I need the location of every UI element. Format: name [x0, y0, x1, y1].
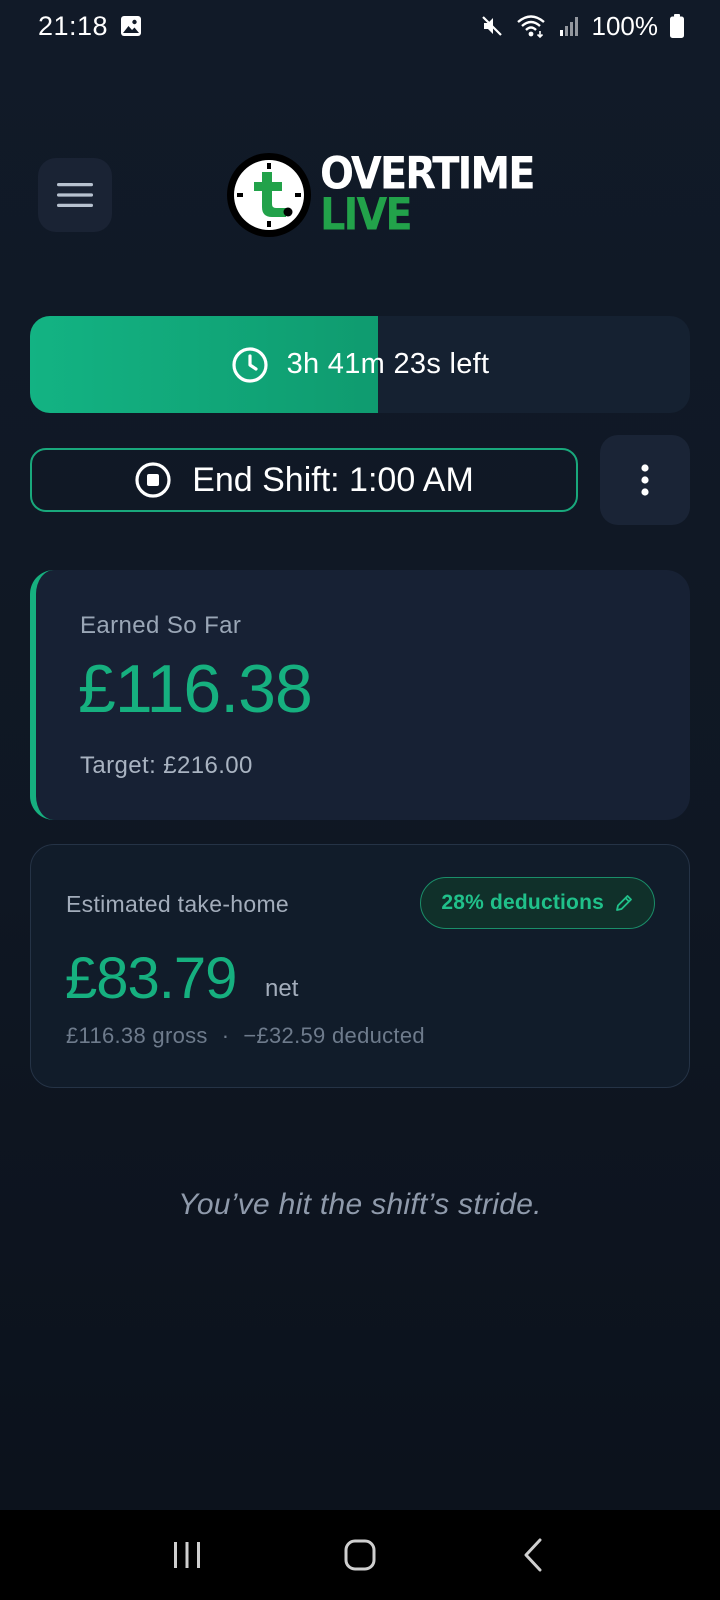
- menu-button[interactable]: [38, 158, 112, 232]
- end-shift-label: End Shift: 1:00 AM: [192, 460, 474, 499]
- more-vertical-icon: [640, 464, 650, 496]
- back-icon: [522, 1538, 544, 1572]
- gross-text: £116.38 gross: [66, 1023, 208, 1048]
- takehome-label: Estimated take-home: [66, 891, 290, 917]
- breakdown-row: £116.38 gross · −£32.59 deducted: [66, 1023, 425, 1049]
- status-time: 21:18: [38, 10, 109, 41]
- status-left: 21:18: [38, 11, 142, 42]
- recent-apps-button[interactable]: [147, 1515, 227, 1595]
- status-bar: 21:18 100%: [0, 0, 720, 52]
- back-button[interactable]: [493, 1515, 573, 1595]
- more-options-button[interactable]: [600, 435, 690, 525]
- pencil-icon: [614, 893, 634, 913]
- hamburger-menu-icon: [57, 182, 93, 208]
- stop-icon: [134, 461, 172, 499]
- target-text: Target: £216.00: [80, 752, 253, 779]
- battery-percent: 100%: [591, 10, 659, 41]
- earned-label: Earned So Far: [80, 612, 242, 639]
- home-icon: [344, 1539, 376, 1571]
- image-icon: [120, 15, 142, 37]
- shift-progress-bar: 3h 41m 23s left: [30, 316, 690, 413]
- deducted-text: −£32.59 deducted: [243, 1023, 425, 1048]
- end-shift-button[interactable]: End Shift: 1:00 AM: [30, 448, 578, 512]
- separator-dot: ·: [221, 1023, 230, 1048]
- motivation-quote: You’ve hit the shift’s stride.: [178, 1188, 542, 1221]
- status-right: 100%: [480, 10, 684, 42]
- clock-icon: [231, 346, 269, 384]
- earned-value: £116.38: [78, 651, 313, 727]
- takehome-value: £83.79: [65, 946, 237, 1011]
- clock-t-logo-icon: [226, 152, 312, 238]
- system-nav-bar: [0, 1510, 720, 1600]
- progress-content: 3h 41m 23s left: [30, 316, 690, 413]
- recent-apps-icon: [172, 1540, 202, 1570]
- logo-wordmark: OVERTIME LIVE: [320, 152, 536, 238]
- signal-icon: [558, 15, 580, 37]
- net-label: net: [265, 975, 299, 1002]
- home-button[interactable]: [320, 1515, 400, 1595]
- earned-card: Earned So Far £116.38 Target: £216.00: [30, 570, 690, 820]
- logo-word-live: LIVE: [320, 189, 413, 241]
- takehome-card: Estimated take-home 28% deductions £83.7…: [30, 844, 690, 1088]
- mute-icon: [480, 14, 504, 38]
- app-logo: OVERTIME LIVE: [226, 150, 536, 240]
- deductions-label: 28% deductions: [441, 891, 604, 914]
- wifi-icon: [516, 14, 546, 38]
- deductions-button[interactable]: 28% deductions: [420, 877, 655, 929]
- battery-icon: [670, 14, 684, 38]
- time-left-text: 3h 41m 23s left: [286, 348, 490, 380]
